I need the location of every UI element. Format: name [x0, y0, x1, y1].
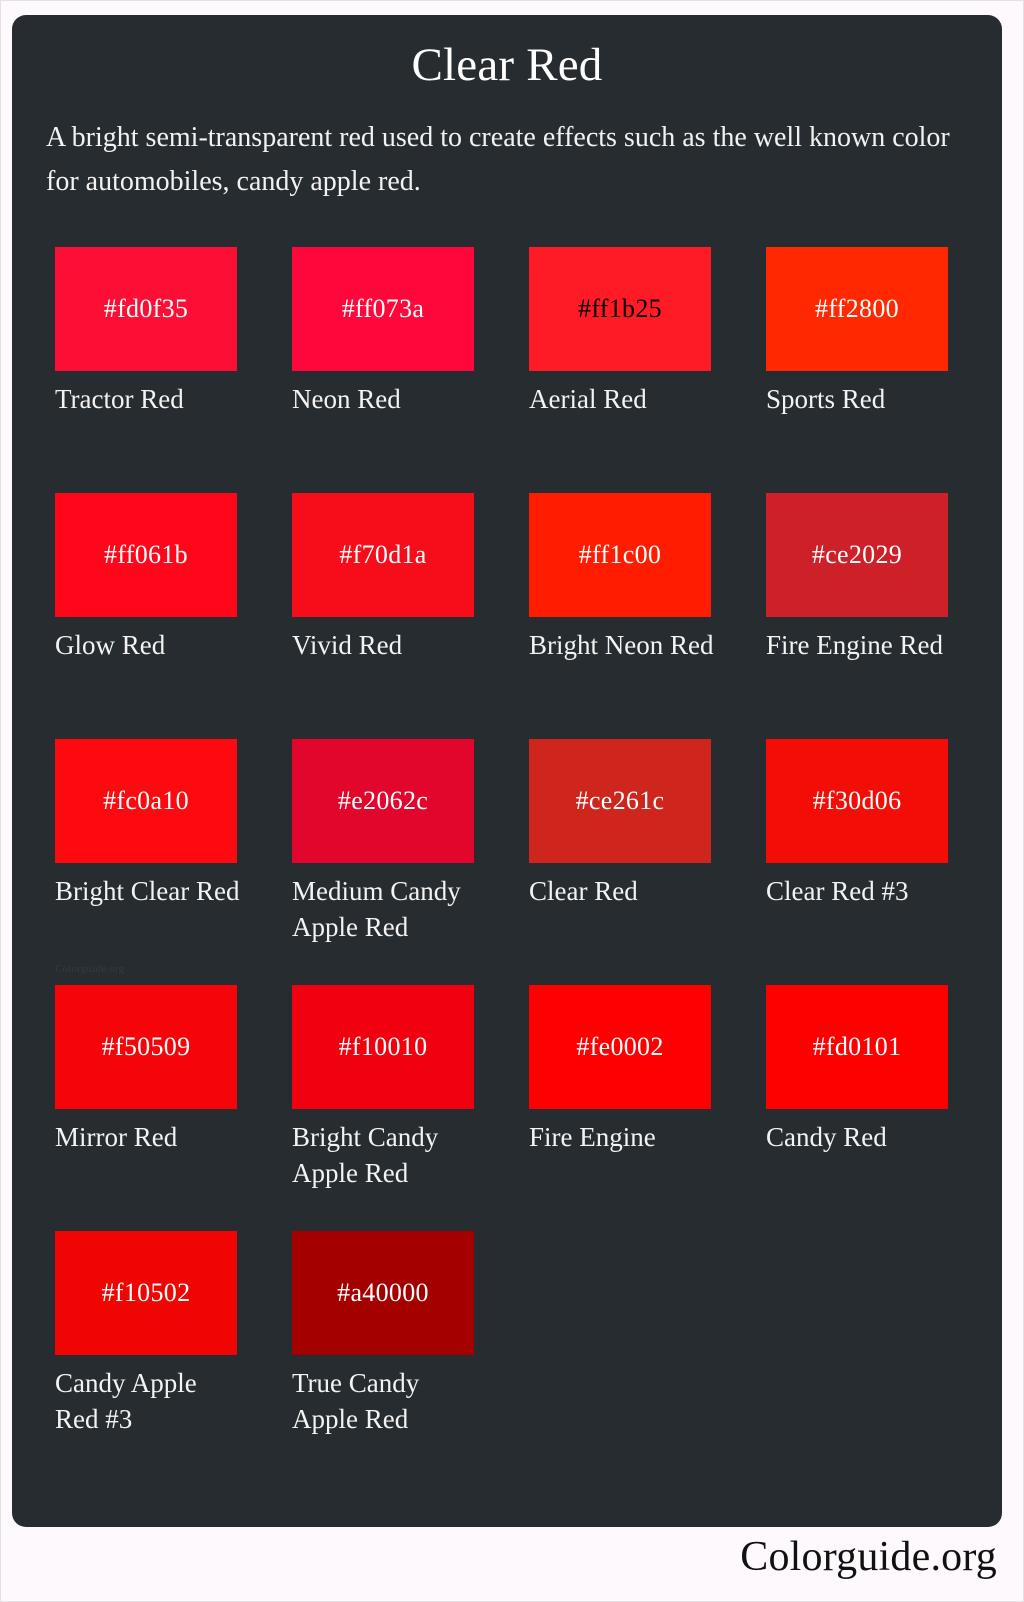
page-frame: Clear Red A bright semi-transparent red … [0, 0, 1024, 1602]
swatch-item[interactable]: #f10010 Bright Candy Apple Red [292, 985, 474, 1231]
swatch-item[interactable]: #ff1b25 Aerial Red [529, 247, 711, 493]
swatch-hex-label: #fd0f35 [103, 294, 189, 323]
swatch-color-box[interactable]: #fd0101 [766, 985, 948, 1109]
swatch-color-box[interactable]: #ff061b [55, 493, 237, 617]
swatch-hex-label: #ce2029 [811, 540, 903, 569]
page-title: Clear Red [411, 39, 603, 91]
swatch-item[interactable]: #e2062c Medium Candy Apple Red [292, 739, 474, 985]
swatch-hex-label: #ff2800 [815, 294, 899, 323]
swatch-hex-label: #f50509 [101, 1032, 191, 1061]
swatch-name-label: Fire Engine [529, 1122, 656, 1152]
color-description: A bright semi-transparent red used to cr… [46, 122, 950, 197]
swatch-color-box[interactable]: #f70d1a [292, 493, 474, 617]
swatch-grid: #fd0f35 Tractor Red #ff073a Neon Red #ff1b25… [55, 247, 955, 1477]
color-info-card: Clear Red A bright semi-transparent red … [12, 15, 1002, 1527]
swatch-color-box[interactable]: #f10502 [55, 1231, 237, 1355]
swatch-hex-label: #ff061b [104, 540, 188, 569]
swatch-name-label: Mirror Red [55, 1122, 178, 1152]
swatch-name-label: Glow Red [55, 630, 166, 660]
swatch-name-label: Sports Red [766, 384, 886, 414]
swatch-color-box[interactable]: #e2062c [292, 739, 474, 863]
swatch-hex-label: #fc0a10 [103, 786, 189, 815]
swatch-color-box[interactable]: #f10010 [292, 985, 474, 1109]
swatch-name-label: Medium Candy Apple Red [292, 876, 461, 942]
swatch-name-label: Candy Red [766, 1122, 887, 1152]
swatch-color-box[interactable]: #a40000 [292, 1231, 474, 1355]
swatch-color-box[interactable]: #ff2800 [766, 247, 948, 371]
swatch-hex-label: #f10502 [101, 1278, 191, 1307]
swatch-item[interactable]: #ff061b Glow Red [55, 493, 237, 739]
swatch-hex-label: #fe0002 [576, 1032, 664, 1061]
swatch-hex-label: #a40000 [337, 1278, 429, 1307]
swatch-item[interactable]: #f30d06 Clear Red #3 [766, 739, 948, 985]
swatch-name-label: Bright Candy Apple Red [292, 1122, 439, 1188]
swatch-name-label: Vivid Red [292, 630, 403, 660]
swatch-name-label: Clear Red #3 [766, 876, 909, 906]
swatch-item[interactable]: #f70d1a Vivid Red [292, 493, 474, 739]
swatch-color-box[interactable]: #ce261c [529, 739, 711, 863]
swatch-hex-label: #fd0101 [812, 1032, 902, 1061]
swatch-item[interactable]: #fe0002 Fire Engine [529, 985, 711, 1231]
swatch-color-box[interactable]: #fc0a10 [55, 739, 237, 863]
swatch-name-label: Clear Red [529, 876, 638, 906]
inline-watermark: Colorguide.org [55, 963, 125, 975]
swatch-hex-label: #ce261c [575, 786, 665, 815]
swatch-item[interactable]: #fc0a10 Bright Clear Red [55, 739, 239, 985]
swatch-hex-label: #ff1b25 [578, 294, 662, 323]
swatch-hex-label: #ff1c00 [578, 540, 662, 569]
swatch-name-label: True Candy Apple Red [292, 1368, 420, 1434]
swatch-hex-label: #f70d1a [339, 540, 427, 569]
swatch-color-box[interactable]: #fd0f35 [55, 247, 237, 371]
footer-brand: Colorguide.org [740, 1534, 997, 1580]
swatch-name-label: Bright Neon Red [529, 630, 714, 660]
swatch-item[interactable]: #fd0f35 Tractor Red [55, 247, 237, 493]
swatch-hex-label: #ff073a [341, 294, 425, 323]
swatch-item[interactable]: #ff073a Neon Red [292, 247, 474, 493]
swatch-color-box[interactable]: #ff1b25 [529, 247, 711, 371]
swatch-item[interactable]: #ff1c00 Bright Neon Red [529, 493, 713, 739]
swatch-item[interactable]: #f50509 Mirror Red [55, 985, 237, 1231]
swatch-color-box[interactable]: #ff073a [292, 247, 474, 371]
swatch-color-box[interactable]: #f30d06 [766, 739, 948, 863]
swatch-color-box[interactable]: #ff1c00 [529, 493, 711, 617]
swatch-color-box[interactable]: #fe0002 [529, 985, 711, 1109]
swatch-name-label: Neon Red [292, 384, 401, 414]
swatch-name-label: Tractor Red [55, 384, 184, 414]
swatch-hex-label: #f30d06 [812, 786, 902, 815]
swatch-item[interactable]: #ce2029 Fire Engine Red [766, 493, 948, 739]
swatch-hex-label: #e2062c [337, 786, 429, 815]
swatch-color-box[interactable]: #ce2029 [766, 493, 948, 617]
swatch-color-box[interactable]: #f50509 [55, 985, 237, 1109]
swatch-hex-label: #f10010 [338, 1032, 428, 1061]
swatch-item[interactable]: #a40000 True Candy Apple Red [292, 1231, 474, 1477]
swatch-name-label: Candy Apple Red #3 [55, 1368, 197, 1434]
swatch-name-label: Bright Clear Red [55, 876, 240, 906]
swatch-name-label: Aerial Red [529, 384, 647, 414]
swatch-item[interactable]: #ff2800 Sports Red [766, 247, 948, 493]
swatch-item[interactable]: #f10502 Candy Apple Red #3 [55, 1231, 237, 1477]
swatch-item[interactable]: #ce261c Clear Red [529, 739, 711, 985]
swatch-name-label: Fire Engine Red [766, 630, 943, 660]
swatch-item[interactable]: #fd0101 Candy Red [766, 985, 948, 1231]
